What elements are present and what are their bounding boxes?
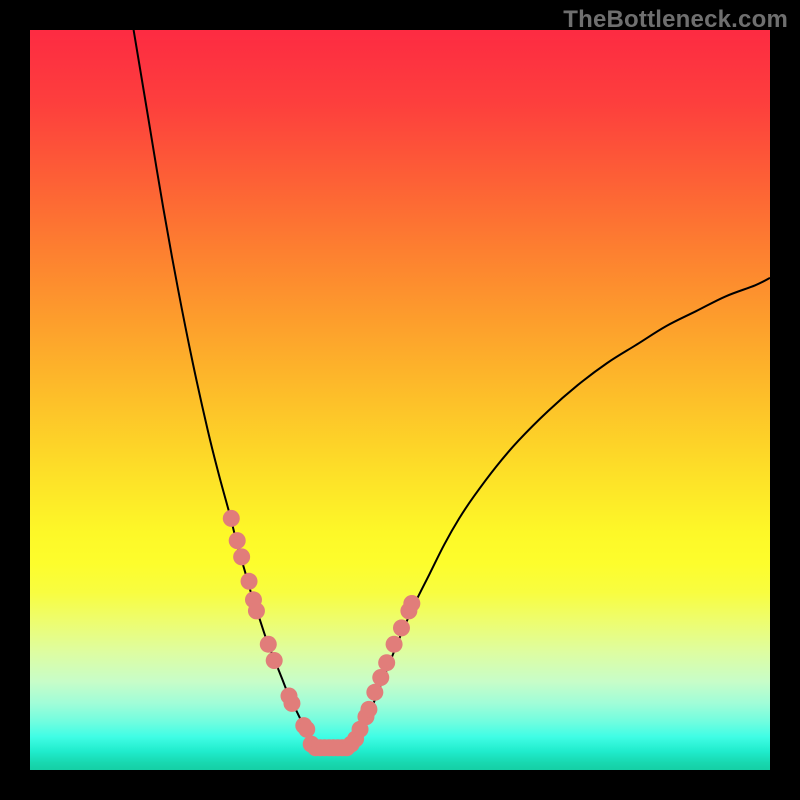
scatter-point	[260, 636, 277, 653]
scatter-point	[241, 573, 258, 590]
scatter-point	[360, 701, 377, 718]
scatter-point	[233, 548, 250, 565]
chart-overlay	[30, 30, 770, 770]
scatter-point	[229, 532, 246, 549]
watermark-text: TheBottleneck.com	[563, 6, 788, 34]
scatter-point	[266, 652, 283, 669]
scatter-point	[372, 669, 389, 686]
curve-left-branch	[134, 30, 319, 748]
scatter-markers	[223, 510, 421, 756]
curve-right-branch	[348, 278, 770, 748]
scatter-point	[403, 595, 420, 612]
scatter-point	[378, 654, 395, 671]
scatter-point	[223, 510, 240, 527]
scatter-point	[366, 684, 383, 701]
scatter-point	[298, 721, 315, 738]
scatter-point	[283, 695, 300, 712]
scatter-point	[248, 602, 265, 619]
scatter-point	[386, 636, 403, 653]
scatter-point	[393, 619, 410, 636]
